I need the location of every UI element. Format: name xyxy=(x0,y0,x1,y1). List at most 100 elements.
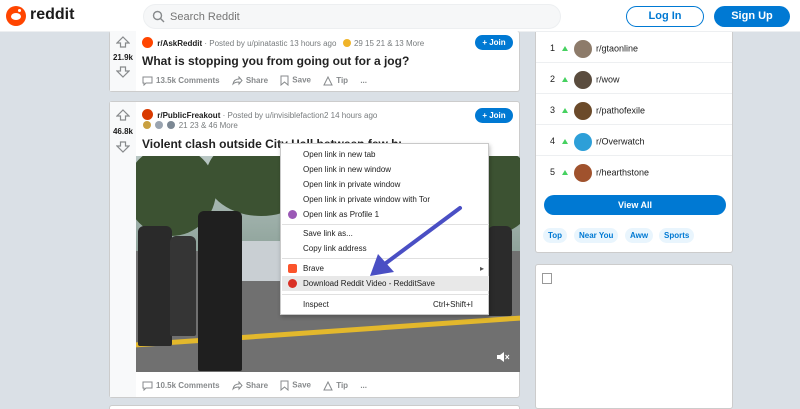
share-button[interactable]: Share xyxy=(232,75,269,86)
menu-item-label: Open link in new window xyxy=(303,165,392,174)
community-row[interactable]: 5 r/hearthstone xyxy=(550,164,649,182)
subreddit-link[interactable]: r/AskReddit xyxy=(157,39,202,48)
ad-card xyxy=(535,264,733,409)
tip-icon xyxy=(323,380,334,390)
share-label: Share xyxy=(245,75,269,85)
join-button[interactable]: + Join xyxy=(475,108,513,123)
reddit-logo-icon[interactable] xyxy=(6,6,26,26)
row-divider xyxy=(536,124,732,125)
more-options-button[interactable]: ... xyxy=(360,381,367,390)
menu-separator xyxy=(282,294,489,295)
post-title[interactable]: What is stopping you from going out for … xyxy=(142,54,502,68)
community-row[interactable]: 4 r/Overwatch xyxy=(550,133,645,151)
community-row[interactable]: 2 r/wow xyxy=(550,71,620,89)
tip-button[interactable]: Tip xyxy=(323,380,349,391)
award-icon xyxy=(143,121,151,129)
subreddit-icon[interactable] xyxy=(142,109,153,120)
comments-label: 10.5k Comments xyxy=(156,380,220,390)
menu-item-label: Brave xyxy=(303,264,324,273)
share-icon xyxy=(232,75,243,86)
award-icon xyxy=(342,39,351,47)
share-icon xyxy=(232,380,243,391)
awards-text: 21 23 & 46 More xyxy=(178,121,238,130)
post-card[interactable] xyxy=(109,405,520,409)
video-frame xyxy=(170,236,196,336)
comment-icon xyxy=(142,381,153,391)
trending-up-icon xyxy=(562,170,568,175)
save-button[interactable]: Save xyxy=(280,380,311,392)
volume-mute-icon[interactable] xyxy=(496,351,510,363)
menu-item-open-private-window[interactable]: Open link in private window xyxy=(282,177,489,192)
search-bar[interactable] xyxy=(143,4,561,29)
post-meta: r/AskReddit · Posted by u/pinatastic 13 … xyxy=(142,37,424,48)
trending-up-icon xyxy=(562,77,568,82)
community-avatar xyxy=(574,102,592,120)
menu-item-open-new-window[interactable]: Open link in new window xyxy=(282,162,489,177)
top-header: reddit Log In Sign Up xyxy=(0,0,800,32)
chip-top[interactable]: Top xyxy=(543,228,568,243)
post-actions: 10.5k Comments Share Save Tip ... xyxy=(142,380,377,392)
chip-aww[interactable]: Aww xyxy=(625,228,654,243)
video-frame xyxy=(138,226,172,346)
submenu-arrow-icon: ▸ xyxy=(479,264,484,273)
awards-text: 29 15 21 & 13 More xyxy=(353,39,425,48)
video-frame xyxy=(198,211,242,371)
annotation-arrow-icon xyxy=(370,206,462,276)
trending-up-icon xyxy=(562,139,568,144)
join-button[interactable]: + Join xyxy=(475,35,513,50)
vote-count: 46.8k xyxy=(112,127,134,136)
comments-button[interactable]: 13.5k Comments xyxy=(142,76,220,86)
upvote-icon[interactable] xyxy=(116,36,130,48)
tip-label: Tip xyxy=(336,380,349,390)
subreddit-link[interactable]: r/PublicFreakout xyxy=(157,111,220,120)
chip-near-you[interactable]: Near You xyxy=(574,228,619,243)
join-label: Join xyxy=(489,111,506,120)
tip-button[interactable]: Tip xyxy=(323,75,349,86)
comments-label: 13.5k Comments xyxy=(156,75,220,85)
post-card[interactable]: 21.9k r/AskReddit · Posted by u/pinatast… xyxy=(109,31,520,92)
share-button[interactable]: Share xyxy=(232,380,269,391)
awards-row: 21 23 & 46 More xyxy=(142,121,238,130)
tip-label: Tip xyxy=(336,75,349,85)
save-button[interactable]: Save xyxy=(280,75,311,87)
community-row[interactable]: 3 r/pathofexile xyxy=(550,102,645,120)
downvote-icon[interactable] xyxy=(116,66,130,78)
award-icon xyxy=(155,121,164,129)
profile-icon xyxy=(288,210,297,219)
menu-item-inspect[interactable]: Inspect Ctrl+Shift+I xyxy=(282,297,489,312)
upvote-icon[interactable] xyxy=(116,109,130,121)
comments-button[interactable]: 10.5k Comments xyxy=(142,381,220,391)
vote-column: 21.9k xyxy=(110,31,136,91)
trending-up-icon xyxy=(562,46,568,51)
brand-wordmark[interactable]: reddit xyxy=(30,6,74,24)
community-rank: 2 xyxy=(550,74,556,85)
community-name: r/wow xyxy=(596,74,620,85)
community-name: r/gtaonline xyxy=(596,43,639,54)
search-input[interactable] xyxy=(170,8,550,26)
share-label: Share xyxy=(245,380,269,390)
menu-item-label: Open link in new tab xyxy=(303,150,376,159)
login-button[interactable]: Log In xyxy=(626,6,704,27)
downvote-icon[interactable] xyxy=(116,141,130,153)
community-rank: 3 xyxy=(550,105,556,116)
chip-sports[interactable]: Sports xyxy=(659,228,695,243)
posted-by: · Posted by u/invisiblefaction2 14 hours… xyxy=(222,111,378,120)
vote-column: 46.8k xyxy=(110,102,136,397)
save-label: Save xyxy=(292,380,311,390)
community-name: r/Overwatch xyxy=(596,136,645,147)
redditsave-icon xyxy=(288,279,297,288)
signup-button[interactable]: Sign Up xyxy=(714,6,790,27)
view-all-button[interactable]: View All xyxy=(544,195,726,215)
award-icon xyxy=(167,121,176,129)
community-avatar xyxy=(574,133,592,151)
top-communities-card: 1 r/gtaonline 2 r/wow 3 r/pathofexile 4 r/Ov… xyxy=(535,32,733,253)
subreddit-icon[interactable] xyxy=(142,37,153,48)
menu-item-open-new-tab[interactable]: Open link in new tab xyxy=(282,147,489,162)
bookmark-icon xyxy=(280,75,289,87)
more-options-button[interactable]: ... xyxy=(360,76,367,85)
community-rank: 5 xyxy=(550,167,556,178)
video-frame xyxy=(488,226,512,316)
brave-icon xyxy=(288,264,297,273)
community-row[interactable]: 1 r/gtaonline xyxy=(550,40,638,58)
post-actions: 13.5k Comments Share Save Tip ... xyxy=(142,75,377,87)
